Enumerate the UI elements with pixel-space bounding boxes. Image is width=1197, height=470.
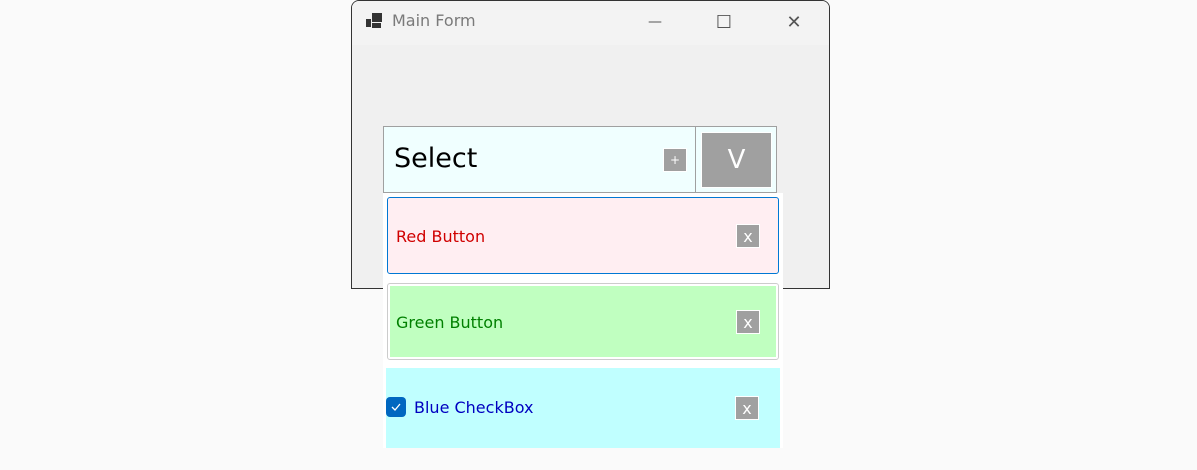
maximize-icon: ☐ [715,11,733,33]
add-button[interactable]: + [663,148,687,172]
minimize-button[interactable]: — [635,9,675,35]
item-label: Green Button [396,313,504,332]
remove-button[interactable]: x [736,224,760,248]
red-button-item[interactable]: Red Button x [387,197,779,274]
select-combobox[interactable]: Select + V [383,126,777,193]
dropdown-panel: Red Button x Green Button x Blue CheckBo… [383,193,783,448]
close-icon: ✕ [786,11,802,33]
green-button-item[interactable]: Green Button x [387,283,779,360]
maximize-button[interactable]: ☐ [704,9,744,35]
check-icon [391,403,401,411]
remove-button[interactable]: x [735,396,759,420]
select-text: Select [394,143,478,174]
checkbox[interactable] [386,397,406,417]
item-label: Red Button [396,227,486,246]
app-icon [366,13,382,28]
title-bar: Main Form — ☐ ✕ [352,1,829,45]
item-label: Blue CheckBox [414,398,534,417]
dropdown-button[interactable]: V [701,132,772,188]
close-button[interactable]: ✕ [774,9,814,35]
window-title: Main Form [392,11,476,30]
divider [695,127,696,192]
remove-button[interactable]: x [736,310,760,334]
blue-checkbox-item[interactable]: Blue CheckBox x [386,368,780,448]
minimize-icon: — [648,14,662,30]
